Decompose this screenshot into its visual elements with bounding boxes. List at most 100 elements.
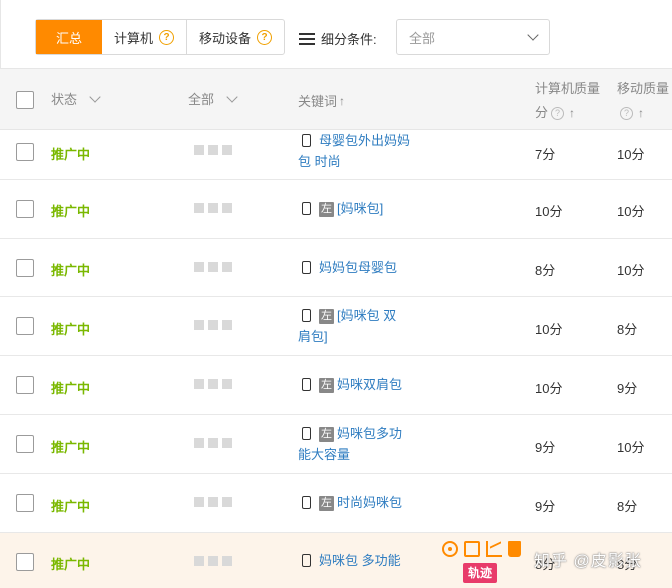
keyword-text: [妈咪包] xyxy=(337,201,384,216)
mobile-quality-score: 10分 xyxy=(617,204,645,219)
keyword-link[interactable]: 左 [妈咪包 双肩包] xyxy=(298,305,418,347)
pc-quality-header-line2: 分 ? ↑ xyxy=(535,101,575,125)
keyword-link[interactable]: 妈妈包母婴包 xyxy=(298,257,418,278)
bid-placeholder xyxy=(194,320,232,330)
status-header-label: 状态 xyxy=(51,92,78,107)
table-header: 状态 全部 关键词 ↑ 计算机质量 分 ? ↑ 移动质量 ? ↑ xyxy=(0,68,672,130)
keyword-text: 妈咪包 多功能 xyxy=(319,553,401,568)
chevron-down-icon xyxy=(226,90,238,103)
keyword-text: 妈咪包多功 xyxy=(337,426,403,441)
keyword-link[interactable]: 母婴包外出妈妈包 时尚 xyxy=(298,130,418,172)
keyword-text-line2: 能大容量 xyxy=(298,447,351,462)
pc-quality-header-unit: 分 xyxy=(535,105,549,120)
mobile-quality-header-line1: 移动质量 xyxy=(617,81,670,96)
help-icon[interactable]: ? xyxy=(159,29,175,45)
mobile-quality-score: 9分 xyxy=(617,381,638,396)
mobile-quality-column-header[interactable]: 移动质量 ? ↑ xyxy=(617,77,669,125)
bid-column-header[interactable]: 全部 xyxy=(188,89,238,108)
status-text: 推广中 xyxy=(51,147,91,162)
tab-computer-label: 计算机 xyxy=(114,30,154,46)
mobile-quality-score: 10分 xyxy=(617,147,645,162)
sort-up-icon[interactable]: ↑ xyxy=(638,101,644,125)
help-icon[interactable]: ? xyxy=(620,106,633,120)
mobile-icon xyxy=(302,554,311,567)
keyword-column-header[interactable]: 关键词 ↑ xyxy=(298,91,345,110)
tab-mobile[interactable]: 移动设备 ? xyxy=(187,20,284,54)
mobile-icon xyxy=(302,134,311,147)
keyword-link[interactable]: 左时尚妈咪包 xyxy=(298,492,418,513)
filter-select-value: 全部 xyxy=(409,30,436,46)
trend-chart-icon[interactable] xyxy=(486,541,502,557)
filter-select[interactable]: 全部 xyxy=(396,19,550,55)
row-checkbox[interactable] xyxy=(16,259,34,277)
bid-placeholder xyxy=(194,203,232,213)
tab-mobile-label: 移动设备 xyxy=(199,30,252,46)
status-column-header[interactable]: 状态 xyxy=(51,89,101,108)
status-text: 推广中 xyxy=(51,381,91,396)
device-segmented-control: 汇总 计算机 ? 移动设备 ? xyxy=(35,19,286,55)
row-checkbox[interactable] xyxy=(16,376,34,394)
mobile-icon xyxy=(302,496,311,509)
toolbar: 汇总 计算机 ? 移动设备 ? 细分条件: 全部 xyxy=(0,0,672,68)
filter-label-text: 细分条件: xyxy=(321,32,377,47)
tab-summary[interactable]: 汇总 xyxy=(36,20,103,54)
status-text: 推广中 xyxy=(51,557,91,572)
pc-quality-score: 8分 xyxy=(535,263,556,278)
table-row: 推广中 妈妈包母婴包 8分 10分 xyxy=(0,239,672,297)
select-all-checkbox[interactable] xyxy=(16,91,34,109)
target-icon[interactable] xyxy=(442,541,458,557)
mobile-quality-header-line2: ? ↑ xyxy=(617,101,644,125)
tab-computer[interactable]: 计算机 ? xyxy=(102,20,188,54)
filter-label: 细分条件: xyxy=(299,29,377,48)
bid-placeholder xyxy=(194,145,232,155)
table-row: 推广中 左时尚妈咪包 9分 8分 xyxy=(0,474,672,533)
track-button-label: 轨迹 xyxy=(468,566,493,580)
pc-quality-score: 10分 xyxy=(535,204,563,219)
table-row: 推广中 母婴包外出妈妈包 时尚 7分 10分 xyxy=(0,130,672,180)
sort-up-icon[interactable]: ↑ xyxy=(569,101,575,125)
table-row: 推广中 左 [妈咪包 双肩包] 10分 8分 xyxy=(0,297,672,356)
table-row: 推广中 左妈咪包多功 能大容量 9分 10分 xyxy=(0,415,672,474)
mobile-icon xyxy=(302,427,311,440)
mobile-quality-score: 8分 xyxy=(617,322,638,337)
keyword-text: 妈咪双肩包 xyxy=(337,377,403,392)
list-icon xyxy=(299,32,315,45)
row-checkbox[interactable] xyxy=(16,435,34,453)
help-icon[interactable]: ? xyxy=(551,106,565,120)
keyword-link[interactable]: 妈咪包 多功能 xyxy=(298,550,438,571)
chevron-down-icon xyxy=(89,90,101,103)
chevron-down-icon xyxy=(527,29,539,41)
mobile-icon xyxy=(302,261,311,274)
mobile-icon xyxy=(302,309,311,322)
keyword-text: 母婴包外出妈妈 xyxy=(319,133,411,148)
keyword-text-line2: 包 时尚 xyxy=(298,154,341,169)
row-checkbox[interactable] xyxy=(16,553,34,571)
pc-quality-score: 9分 xyxy=(535,499,556,514)
keyword-link[interactable]: 左妈咪包多功 能大容量 xyxy=(298,423,418,465)
track-button[interactable]: 轨迹 xyxy=(463,563,498,583)
mobile-quality-score: 10分 xyxy=(617,263,645,278)
row-checkbox[interactable] xyxy=(16,494,34,512)
mobile-icon xyxy=(302,202,311,215)
status-text: 推广中 xyxy=(51,204,91,219)
row-checkbox[interactable] xyxy=(16,317,34,335)
row-checkbox[interactable] xyxy=(16,200,34,218)
bid-placeholder xyxy=(194,497,232,507)
pc-quality-score: 7分 xyxy=(535,147,556,162)
sort-up-icon[interactable]: ↑ xyxy=(339,94,345,108)
left-tag: 左 xyxy=(319,496,334,511)
copy-icon[interactable] xyxy=(464,541,480,557)
keyword-link[interactable]: 左 [妈咪包] xyxy=(298,198,418,219)
left-tag: 左 xyxy=(319,309,334,324)
left-tag: 左 xyxy=(319,378,334,393)
pc-quality-column-header[interactable]: 计算机质量 分 ? ↑ xyxy=(535,77,600,125)
pc-quality-score: 10分 xyxy=(535,381,563,396)
status-text: 推广中 xyxy=(51,440,91,455)
watermark: 知乎 @皮影张 xyxy=(534,553,642,570)
left-tag: 左 xyxy=(319,202,334,217)
help-icon[interactable]: ? xyxy=(257,29,273,45)
trash-icon[interactable] xyxy=(508,541,521,557)
bid-header-label: 全部 xyxy=(188,92,215,107)
keyword-link[interactable]: 左妈咪双肩包 xyxy=(298,374,418,395)
row-checkbox[interactable] xyxy=(16,143,34,161)
